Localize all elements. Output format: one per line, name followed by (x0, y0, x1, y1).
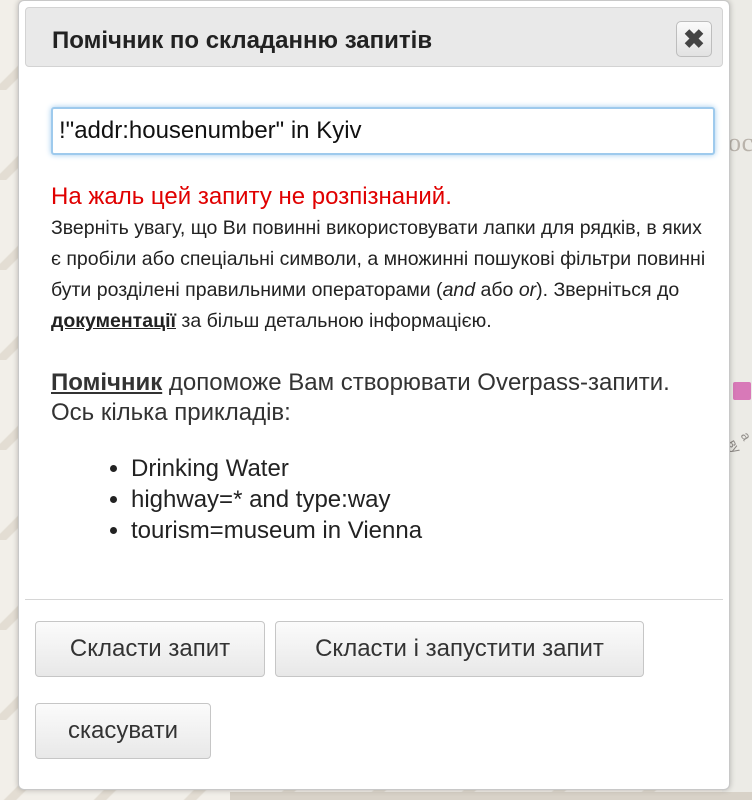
dialog-titlebar[interactable]: Помічник по складанню запитів ✖ (25, 7, 723, 67)
compose-and-run-button[interactable]: Скласти і запустити запит (275, 621, 644, 677)
examples-list: Drinking Water highway=* and type:way to… (99, 453, 422, 546)
example-item: Drinking Water (131, 453, 422, 484)
hint-and: and (442, 279, 476, 301)
query-wizard-dialog: Помічник по складанню запитів ✖ На жаль … (18, 0, 730, 790)
dialog-title: Помічник по складанню запитів (52, 27, 433, 54)
query-input[interactable] (51, 107, 715, 155)
example-item: tourism=museum in Vienna (131, 515, 422, 546)
cancel-button[interactable]: скасувати (35, 703, 211, 759)
hint-text: Зверніть увагу, що Ви повинні використов… (51, 213, 711, 337)
helper-link[interactable]: Помічник (51, 369, 162, 396)
hint-or: or (518, 279, 537, 301)
map-label: ос (728, 128, 752, 157)
divider (25, 599, 723, 600)
close-button[interactable]: ✖ (676, 21, 712, 57)
hint-part: за більш детальною інформацією. (175, 310, 492, 332)
error-message: На жаль цей запиту не розпізнаний. (51, 183, 452, 210)
documentation-link[interactable]: документації (51, 310, 176, 332)
hint-part: або (475, 279, 519, 301)
map-poi-icon (733, 382, 751, 400)
helper-text: Помічник допоможе Вам створювати Overpas… (51, 368, 711, 428)
compose-query-button[interactable]: Скласти запит (35, 621, 265, 677)
example-item: highway=* and type:way (131, 484, 422, 515)
close-icon: ✖ (683, 24, 705, 54)
map-edge (230, 792, 752, 800)
hint-part: ). Зверніться до (536, 279, 680, 301)
